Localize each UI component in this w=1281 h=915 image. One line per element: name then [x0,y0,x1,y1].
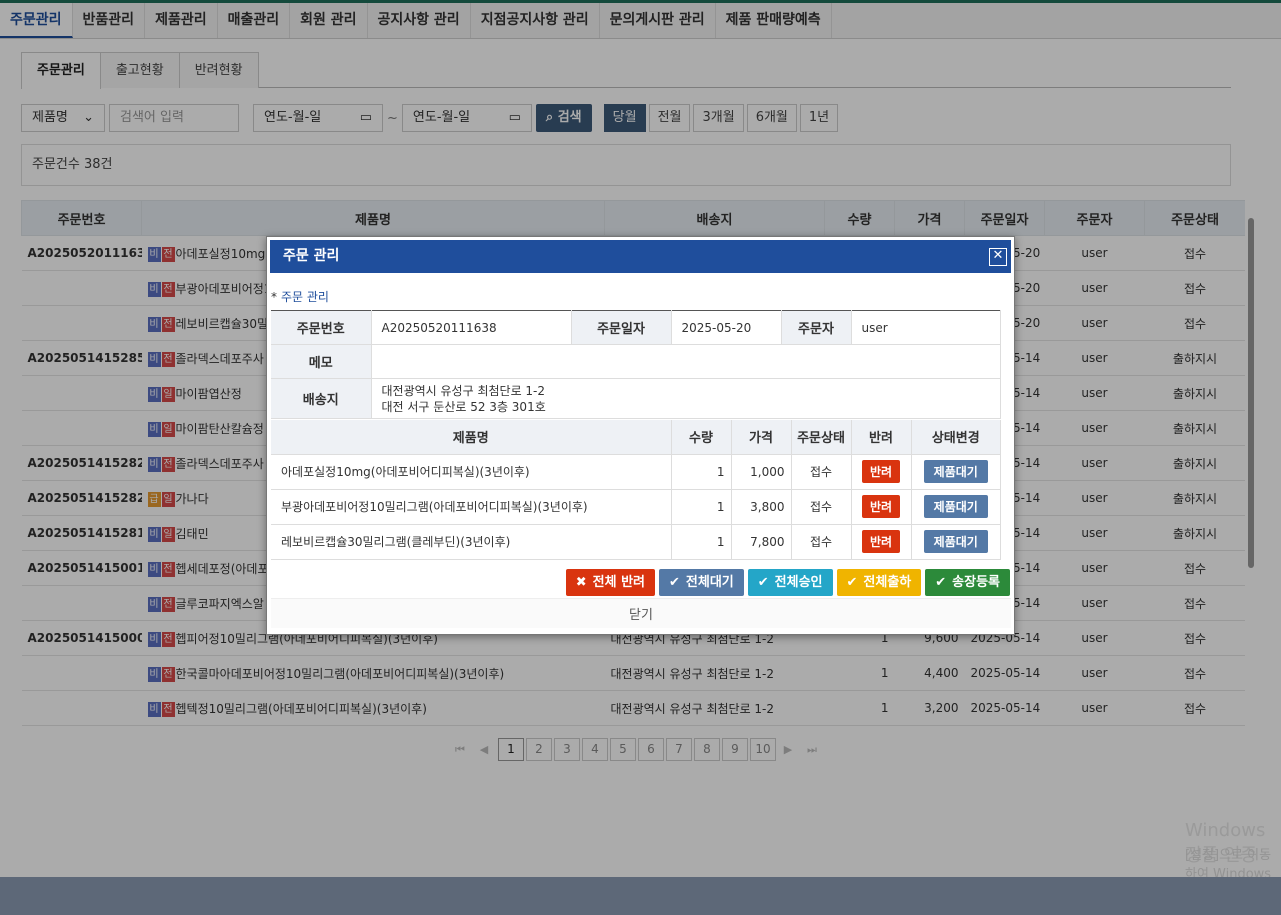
reject-button[interactable]: 반려 [861,495,901,518]
modal-close-button[interactable]: 닫기 [271,598,1011,628]
order-detail-table: 주문번호 A20250520111638 주문일자 2025-05-20 주문자… [271,310,1001,419]
item-header-change: 상태변경 [911,420,1001,455]
register-invoice-button[interactable]: ✔ 송장등록 [925,569,1010,596]
order-modal: 주문 관리 ✕ * 주문 관리 주문번호 A20250520111638 주문일자… [266,236,1015,635]
item-header-name: 제품명 [271,420,672,455]
orderer-label: 주문자 [781,310,852,345]
action-label: 송장등록 [952,575,1000,590]
order-no-value: A20250520111638 [371,310,572,345]
item-row: 레보비르캡슐30밀리그램(클레부딘)(3년이후) 1 7,800 접수 반려 제품대기 [271,524,1001,560]
item-qty: 1 [671,454,732,490]
orderer-value: user [851,310,1001,345]
reject-button[interactable]: 반려 [861,530,901,553]
action-label: 전체출하 [863,575,912,590]
approve-all-button[interactable]: ✔ 전체승인 [747,569,833,596]
item-name: 부광아데포비어정10밀리그램(아데포비어디피복실)(3년이후) [271,489,672,525]
item-header-status: 주문상태 [791,420,852,455]
address-line-1: 대전광역시 유성구 최첨단로 1-2 [381,383,546,398]
modal-header: 주문 관리 ✕ [270,240,1011,273]
item-reject-cell: 반려 [851,524,912,560]
action-label: 전체대기 [685,575,734,590]
item-status: 접수 [791,454,852,490]
item-qty: 1 [671,489,732,525]
item-qty: 1 [671,524,732,560]
order-date-value: 2025-05-20 [671,310,782,345]
modal-title: 주문 관리 [283,248,340,264]
order-items-table: 제품명 수량 가격 주문상태 반려 상태변경 아데포실정10mg(아데포비어디피… [271,420,1001,560]
item-row: 부광아데포비어정10밀리그램(아데포비어디피복실)(3년이후) 1 3,800 접수 반… [271,489,1001,525]
bottom-strip [0,877,1281,915]
check-icon: ✔ [846,575,858,590]
address-label: 배송지 [271,378,372,419]
check-icon: ✔ [935,575,947,590]
item-reject-cell: 반려 [851,454,912,490]
item-price: 1,000 [731,454,792,490]
item-header-price: 가격 [731,420,792,455]
item-price: 7,800 [731,524,792,560]
order-no-label: 주문번호 [271,310,372,345]
memo-label: 메모 [271,344,372,379]
action-label: 전체 반려 [592,575,645,590]
modal-section-title: * 주문 관리 [271,288,329,305]
order-date-label: 주문일자 [571,310,672,345]
item-header-qty: 수량 [671,420,732,455]
modal-actions: ✖ 전체 반려 ✔ 전체대기 ✔ 전체승인 ✔ 전체출하 ✔ 송장등록 [562,569,1010,596]
item-change-cell: 제품대기 [911,489,1001,525]
action-label: 전체승인 [774,575,823,590]
status-change-button[interactable]: 제품대기 [923,495,988,518]
wait-all-button[interactable]: ✔ 전체대기 [659,569,744,596]
item-change-cell: 제품대기 [911,454,1001,490]
reject-button[interactable]: 반려 [861,460,901,483]
item-status: 접수 [791,524,852,560]
item-header-reject: 반려 [851,420,912,455]
status-change-button[interactable]: 제품대기 [923,530,988,553]
required-marker: * [271,290,277,304]
item-row: 아데포실정10mg(아데포비어디피복실)(3년이후) 1 1,000 접수 반려 제품대기 [271,454,1001,490]
reject-all-button[interactable]: ✖ 전체 반려 [565,569,655,596]
ship-all-button[interactable]: ✔ 전체출하 [836,569,922,596]
address-value: 대전광역시 유성구 최첨단로 1-2 대전 서구 둔산로 52 3층 301호 [371,378,1001,419]
memo-value [371,344,1001,379]
item-name: 레보비르캡슐30밀리그램(클레부딘)(3년이후) [271,524,672,560]
x-icon: ✖ [575,575,587,590]
item-change-cell: 제품대기 [911,524,1001,560]
item-name: 아데포실정10mg(아데포비어디피복실)(3년이후) [271,454,672,490]
item-reject-cell: 반려 [851,489,912,525]
check-icon: ✔ [669,575,680,590]
item-price: 3,800 [731,489,792,525]
section-title-text: 주문 관리 [281,290,329,304]
close-icon[interactable]: ✕ [989,248,1007,266]
status-change-button[interactable]: 제품대기 [923,460,988,483]
address-line-2: 대전 서구 둔산로 52 3층 301호 [381,399,546,414]
items-body: 아데포실정10mg(아데포비어디피복실)(3년이후) 1 1,000 접수 반려 제품대기… [271,454,1001,560]
item-status: 접수 [791,489,852,525]
check-icon: ✔ [757,575,769,590]
